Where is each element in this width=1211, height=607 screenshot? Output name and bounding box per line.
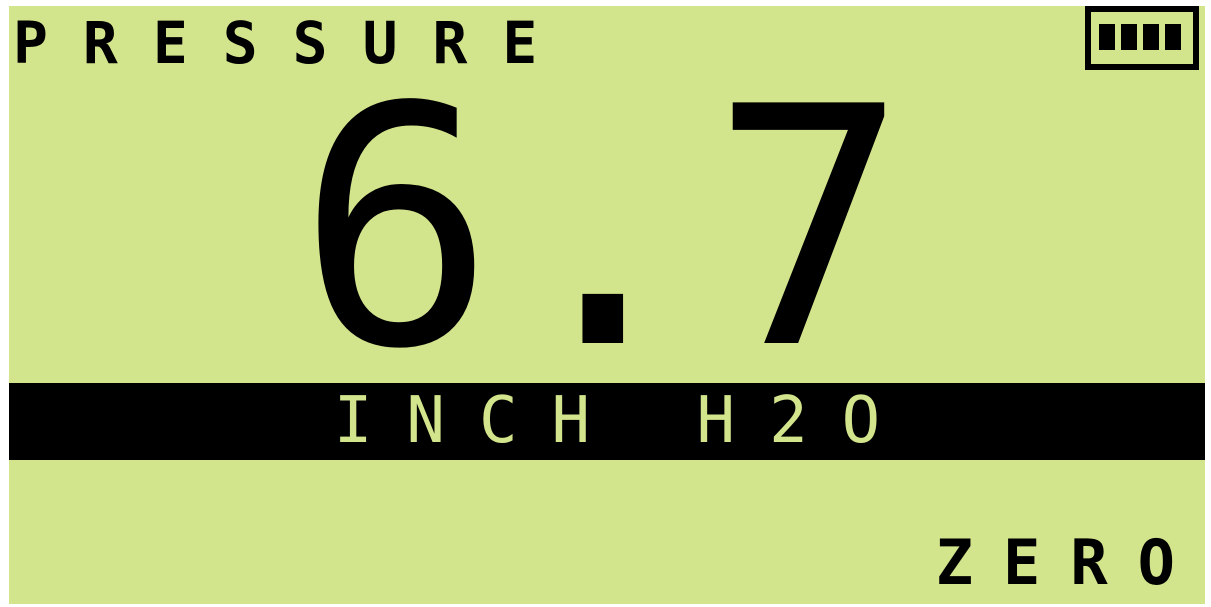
battery-bar bbox=[1121, 24, 1137, 50]
battery-icon bbox=[1085, 6, 1199, 70]
unit-band: INCH H2O bbox=[9, 383, 1205, 460]
battery-bar bbox=[1165, 24, 1181, 50]
battery-terminal bbox=[1193, 30, 1199, 46]
unit-label: INCH H2O bbox=[333, 384, 915, 458]
lcd-screen: PRESSURE 6.7 INCH H2O ZERO bbox=[9, 6, 1205, 604]
battery-level bbox=[1099, 24, 1181, 50]
battery-bar bbox=[1143, 24, 1159, 50]
pressure-reading: 6.7 bbox=[296, 37, 918, 421]
zero-softkey-button[interactable]: ZERO bbox=[936, 526, 1205, 600]
battery-bar bbox=[1099, 24, 1115, 50]
